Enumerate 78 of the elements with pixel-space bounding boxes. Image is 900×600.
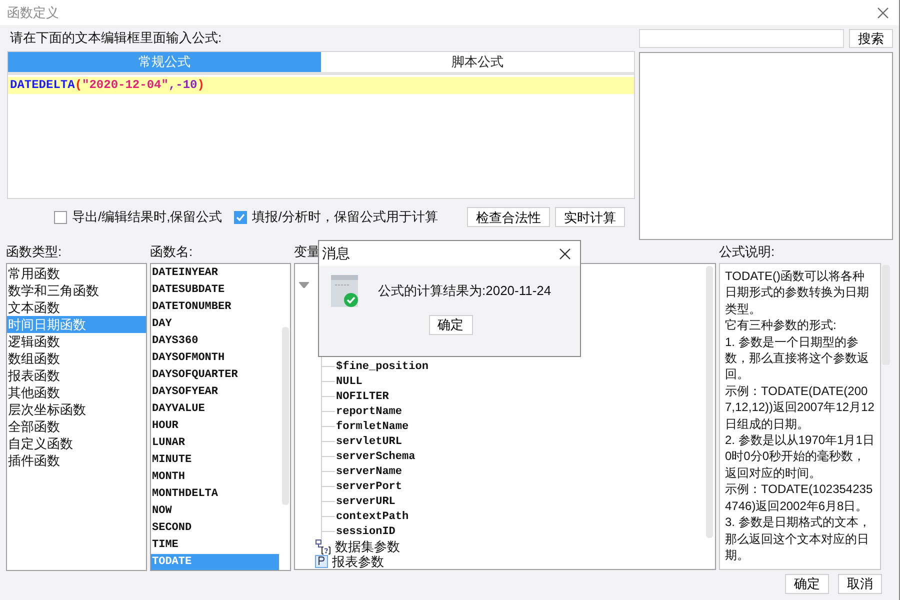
parameter-icon xyxy=(315,555,328,568)
list-label: 函数名: xyxy=(150,244,193,259)
description-text: 1. 参数是一个日期型的参数，那么直接将这个参数返回。 xyxy=(725,334,870,383)
tree-item[interactable]: 报表参数 xyxy=(332,552,384,569)
description-text: 2. 参数是以从1970年1月1日0时0分0秒开始的毫秒数，返回对应的时间。 xyxy=(725,432,875,482)
function-item[interactable]: SECOND xyxy=(151,520,279,537)
category-item[interactable]: 插件函数 xyxy=(7,452,146,469)
search-field[interactable] xyxy=(639,29,844,48)
category-item[interactable]: 全部函数 xyxy=(7,418,146,435)
function-item[interactable]: NOW xyxy=(151,503,279,520)
function-item[interactable]: DATETONUMBER xyxy=(151,299,279,316)
tree-item[interactable]: NULL xyxy=(336,376,362,388)
category-item[interactable]: 数组函数 xyxy=(7,350,146,367)
category-item[interactable]: 文本函数 xyxy=(7,299,146,316)
dialog-title: 消息 xyxy=(322,244,350,262)
checkbox-label: 导出/编辑结果时,保留公式 xyxy=(72,208,222,226)
function-item[interactable]: HOUR xyxy=(151,418,279,435)
description-text: TODATE()函数可以将各种日期形式的参数转换为日期类型。 xyxy=(725,268,870,318)
function-item[interactable]: DAYSOFMONTH xyxy=(151,350,279,367)
scrollbar[interactable] xyxy=(706,266,713,538)
function-item[interactable]: DAYSOFYEAR xyxy=(151,384,279,401)
function-item[interactable]: DAYSOFQUARTER xyxy=(151,367,279,384)
result-message: 公式的计算结果为:2020-11-24 xyxy=(378,282,552,300)
checkbox[interactable] xyxy=(234,210,248,224)
dataset-icon xyxy=(315,538,331,554)
description-text: 3. 参数是日期格式的文本，那么返回这个文本对应的日期。 xyxy=(725,514,872,564)
tree-item[interactable]: NOFILTER xyxy=(336,390,389,402)
function-item[interactable]: LUNAR xyxy=(151,435,279,452)
ok-button[interactable]: 确定 xyxy=(428,315,472,335)
description-text: 它有三种参数的形式: xyxy=(725,317,838,334)
category-item[interactable]: 报表函数 xyxy=(7,367,146,384)
scrollbar[interactable] xyxy=(282,327,289,505)
scrollbar[interactable] xyxy=(882,265,890,365)
function-item[interactable]: DATESUBDATE xyxy=(151,282,279,299)
tree-item[interactable]: serverSchema xyxy=(336,450,416,462)
action-button[interactable]: 检查合法性 xyxy=(467,207,550,227)
category-item[interactable]: 常用函数 xyxy=(7,265,146,282)
category-item[interactable]: 层次坐标函数 xyxy=(7,401,146,418)
expand-icon[interactable] xyxy=(299,282,309,288)
tree-item[interactable]: sessionID xyxy=(336,526,396,538)
dialog-button[interactable]: 取消 xyxy=(838,574,882,594)
function-item[interactable]: DAYS360 xyxy=(151,333,279,350)
function-item[interactable]: DATEINYEAR xyxy=(151,265,279,282)
formula-field[interactable]: DATEDELTA("2020-12-04",-10) xyxy=(8,77,634,94)
description-text: 示例：TODATE(1023542354746)返回2002年6月8日。 xyxy=(725,481,874,514)
tree-item[interactable]: formletName xyxy=(336,420,409,432)
tree-item[interactable]: serverName xyxy=(336,466,402,478)
window-title: 函数定义 xyxy=(7,4,59,22)
function-item[interactable]: DAYVALUE xyxy=(151,401,279,418)
prompt-label: 请在下面的文本编辑框里面输入公式: xyxy=(9,29,223,47)
checkbox[interactable] xyxy=(54,210,67,224)
function-item[interactable]: MONTHDELTA xyxy=(151,486,279,503)
function-item[interactable]: DAY xyxy=(151,316,279,333)
close-icon[interactable] xyxy=(877,6,889,18)
category-item[interactable]: 数学和三角函数 xyxy=(7,282,146,299)
tree-item[interactable]: $fine_position xyxy=(336,360,428,372)
success-icon xyxy=(330,274,360,307)
close-icon[interactable] xyxy=(559,248,571,260)
dialog-button[interactable]: 确定 xyxy=(785,574,829,594)
list-label: 函数类型: xyxy=(6,244,62,259)
function-item[interactable]: MINUTE xyxy=(151,452,279,469)
category-item[interactable]: 自定义函数 xyxy=(7,435,146,452)
tree-item[interactable]: servletURL xyxy=(336,436,402,448)
function-item[interactable]: TIME xyxy=(151,537,279,554)
tree-item[interactable]: contextPath xyxy=(336,510,409,522)
tree-item[interactable]: serverPort xyxy=(336,480,402,492)
action-button[interactable]: 实时计算 xyxy=(555,207,625,227)
tree-item[interactable]: serverURL xyxy=(336,496,396,508)
search-button[interactable]: 搜索 xyxy=(849,29,893,48)
checkbox-label: 填报/分析时，保留公式用于计算 xyxy=(252,208,438,226)
function-item[interactable]: MONTH xyxy=(151,469,279,486)
tree-item[interactable]: 数据集参数 xyxy=(335,538,400,556)
description-text: 示例：TODATE(DATE(2007,12,12))返回2007年12月12日组成的日期。 xyxy=(725,382,875,432)
category-item[interactable]: 逻辑函数 xyxy=(7,333,146,350)
tree-item[interactable]: reportName xyxy=(336,406,402,418)
list-label: 变量 xyxy=(294,244,320,259)
description-label: 公式说明: xyxy=(719,244,775,259)
category-item[interactable]: 其他函数 xyxy=(7,384,146,401)
